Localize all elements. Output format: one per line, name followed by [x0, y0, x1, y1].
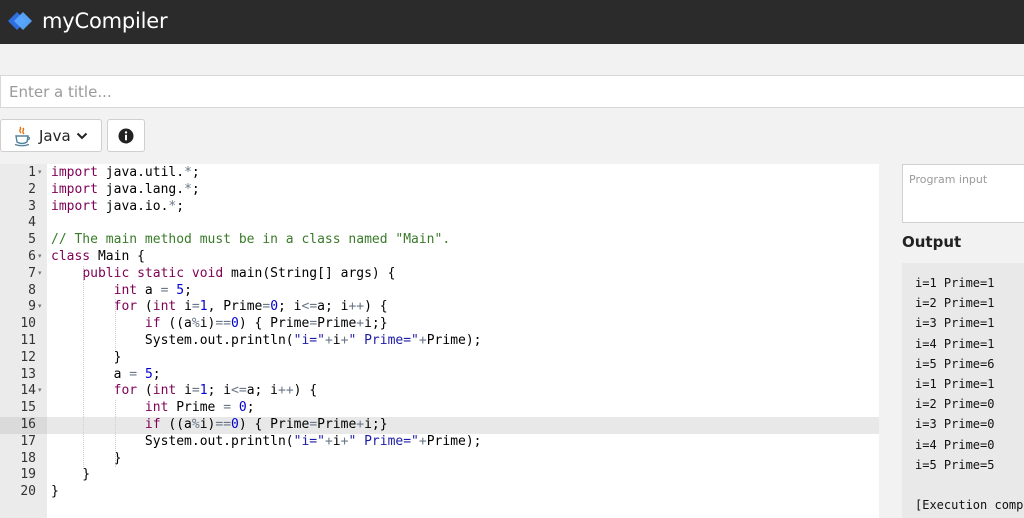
- language-select-button[interactable]: Java: [0, 119, 102, 152]
- code-line[interactable]: public static void main(String[] args) {: [47, 266, 879, 283]
- fold-toggle-icon[interactable]: ▾: [38, 266, 42, 283]
- program-input[interactable]: [902, 164, 1024, 223]
- indent-guide: [115, 400, 116, 468]
- mycompiler-logo-icon[interactable]: [6, 8, 34, 34]
- line-number: 2: [28, 181, 36, 197]
- output-line: i=2 Prime=1: [915, 296, 995, 311]
- line-number: 14: [20, 383, 36, 399]
- code-line[interactable]: }: [47, 350, 879, 367]
- code-line[interactable]: // The main method must be in a class na…: [47, 232, 879, 249]
- line-number-gutter: 1 ▾ 2 3 4 5 6 ▾ 7 ▾ 8 9 ▾ 10 11 12 13 14 ▾ 15 16 17 18 19 20: [0, 164, 47, 518]
- code-line[interactable]: }: [47, 467, 879, 484]
- output-line: i=2 Prime=0: [915, 397, 995, 412]
- code-line[interactable]: import java.io.*;: [47, 199, 879, 216]
- code-line[interactable]: System.out.println("i="+i+" Prime="+Prim…: [47, 333, 879, 350]
- code-editor[interactable]: 1 ▾ 2 3 4 5 6 ▾ 7 ▾ 8 9 ▾ 10 11 12 13 14 ▾ 15 16 17 18 19 20 imp…: [0, 164, 879, 518]
- title-input[interactable]: [0, 75, 1024, 108]
- code-line[interactable]: import java.lang.*;: [47, 182, 879, 199]
- output-heading: Output: [902, 233, 962, 251]
- output-line: i=4 Prime=1: [915, 336, 995, 351]
- code-line-active[interactable]: if ((a%i)==0) { Prime=Prime+i;}: [47, 417, 879, 434]
- code-line[interactable]: import java.util.*;: [47, 165, 879, 182]
- line-number: 13: [20, 366, 36, 382]
- line-number: 6: [28, 249, 36, 264]
- output-line: i=4 Prime=0: [915, 437, 995, 452]
- line-number: 3: [28, 198, 36, 214]
- fold-toggle-icon[interactable]: ▾: [38, 249, 42, 266]
- info-button[interactable]: [107, 119, 145, 152]
- code-line[interactable]: System.out.println("i="+i+" Prime="+Prim…: [47, 434, 879, 451]
- fold-toggle-icon[interactable]: ▾: [38, 299, 42, 316]
- line-number: 11: [20, 333, 36, 348]
- java-icon: [14, 126, 31, 146]
- indent-guide: [115, 299, 116, 350]
- code-line[interactable]: [47, 215, 879, 232]
- code-line[interactable]: a = 5;: [47, 367, 879, 384]
- output-line: i=5 Prime=5: [915, 457, 995, 472]
- line-number: 19: [20, 467, 36, 483]
- line-number: 5: [28, 232, 36, 248]
- indent-guide: [83, 265, 84, 468]
- line-number: 18: [20, 450, 36, 466]
- output-line: i=1 Prime=1: [915, 377, 995, 391]
- line-number: 20: [20, 484, 36, 500]
- output-line: i=3 Prime=1: [915, 316, 995, 331]
- output-line: [Execution comp: [915, 498, 1024, 513]
- code-line[interactable]: for (int i=1; i<=a; i++) {: [47, 383, 879, 400]
- line-number: 16: [20, 417, 36, 432]
- fold-toggle-icon[interactable]: ▾: [38, 383, 42, 400]
- line-number: 17: [20, 433, 36, 449]
- code-line[interactable]: }: [47, 451, 879, 468]
- line-number: 1: [28, 165, 36, 180]
- line-number: 15: [20, 400, 36, 416]
- code-line[interactable]: int Prime = 0;: [47, 400, 879, 417]
- app-name[interactable]: myCompiler: [42, 9, 168, 33]
- code-line[interactable]: class Main {: [47, 249, 879, 266]
- selected-language: Java: [39, 126, 71, 145]
- output-line: i=5 Prime=6: [915, 356, 995, 371]
- line-number: 12: [20, 349, 36, 365]
- line-number: 7: [28, 265, 36, 281]
- line-number: 10: [20, 316, 36, 332]
- output-line: i=1 Prime=1: [915, 276, 995, 290]
- output-panel: i=1 Prime=1 i=2 Prime=1 i=3 Prime=1 i=4 Pri…: [902, 263, 1024, 518]
- code-line[interactable]: }: [47, 484, 879, 501]
- top-bar: myCompiler: [0, 0, 1024, 44]
- code-line[interactable]: for (int i=1, Prime=0; i<=a; i++) {: [47, 299, 879, 316]
- line-number: 4: [28, 215, 36, 231]
- fold-toggle-icon[interactable]: ▾: [38, 165, 42, 182]
- info-icon: [118, 128, 134, 143]
- line-number: 8: [28, 282, 36, 298]
- line-number: 9: [28, 299, 36, 315]
- code-line[interactable]: int a = 5;: [47, 283, 879, 300]
- chevron-down-icon: [76, 132, 87, 139]
- output-line: i=3 Prime=0: [915, 417, 995, 432]
- code-line[interactable]: if ((a%i)==0) { Prime=Prime+i;}: [47, 316, 879, 333]
- code-text-area[interactable]: import java.util.*; import java.lang.*; im…: [47, 164, 879, 518]
